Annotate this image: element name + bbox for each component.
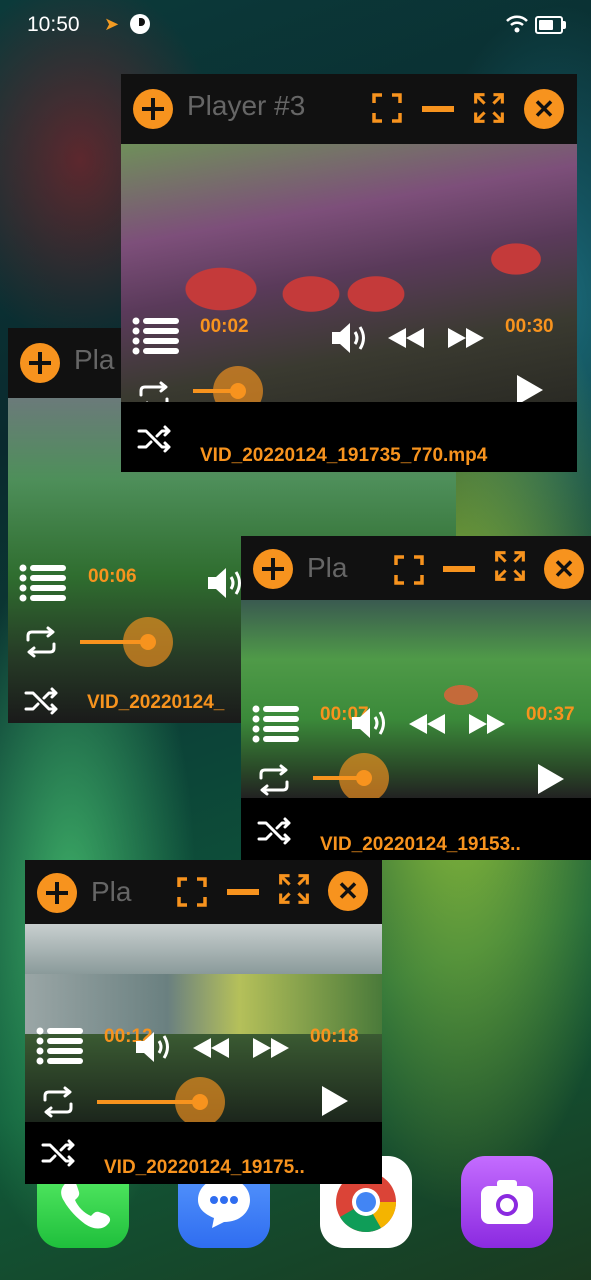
fast-forward-icon[interactable]	[251, 1036, 291, 1060]
status-bar: 10:50 ➤	[0, 0, 591, 50]
video-frame	[25, 924, 382, 974]
minimize-icon[interactable]	[422, 106, 454, 112]
player-title: Pla	[91, 876, 132, 907]
player-footer: VID_20220124_191735_770.mp4	[121, 402, 577, 472]
fullscreen-icon[interactable]	[278, 873, 310, 905]
close-icon[interactable]: ✕	[544, 549, 584, 589]
status-time: 10:50	[27, 13, 80, 36]
seek-handle[interactable]	[175, 1077, 225, 1122]
rewind-icon[interactable]	[191, 1036, 231, 1060]
video-player-window[interactable]: Player #3 ✕ 00:02 00:30 VID_20220124_191…	[121, 74, 577, 472]
video-area[interactable]: 00:07 00:37	[241, 600, 591, 798]
player-title: Player #3	[187, 90, 306, 121]
play-icon[interactable]	[320, 1084, 350, 1118]
resize-icon[interactable]	[393, 554, 425, 586]
file-name: VID_20220124_191735_770.mp4	[200, 445, 488, 466]
play-icon[interactable]	[515, 373, 545, 402]
video-area[interactable]: 00:12 00:18	[25, 924, 382, 1122]
file-name: VID_20220124_	[87, 692, 225, 713]
volume-icon[interactable]	[350, 706, 390, 740]
camera-app-icon[interactable]	[461, 1156, 553, 1248]
plus-icon[interactable]	[37, 873, 77, 913]
battery-icon	[535, 16, 566, 34]
player-title-bar[interactable]: Pla ✕	[241, 536, 591, 600]
close-icon[interactable]: ✕	[524, 89, 564, 129]
video-player-window[interactable]: Pla ✕ 00:07 00:37 VID_20220124_19153..	[241, 536, 591, 860]
file-name: VID_20220124_19153..	[320, 834, 521, 855]
playlist-icon[interactable]	[18, 563, 68, 603]
duration-time: 00:18	[310, 1026, 359, 1047]
plus-icon[interactable]	[20, 343, 60, 383]
notification-icon	[130, 14, 150, 34]
player-title: Pla	[74, 344, 115, 375]
video-frame	[121, 144, 577, 402]
duration-time: 00:37	[526, 704, 575, 725]
minimize-icon[interactable]	[443, 566, 475, 572]
resize-icon[interactable]	[371, 92, 403, 124]
volume-icon[interactable]	[330, 321, 370, 355]
video-area[interactable]: 00:02 00:30	[121, 144, 577, 402]
file-name: VID_20220124_19175..	[104, 1157, 305, 1178]
minimize-icon[interactable]	[227, 889, 259, 895]
resize-icon[interactable]	[176, 876, 208, 908]
close-icon[interactable]: ✕	[328, 871, 368, 911]
shuffle-icon[interactable]	[137, 424, 173, 454]
shuffle-icon[interactable]	[41, 1138, 77, 1168]
rewind-icon[interactable]	[407, 712, 447, 736]
player-footer: VID_20220124_19175..	[25, 1122, 382, 1184]
seek-handle[interactable]	[123, 617, 173, 667]
volume-icon[interactable]	[134, 1030, 174, 1064]
volume-icon[interactable]	[206, 566, 246, 600]
plus-icon[interactable]	[133, 89, 173, 129]
fullscreen-icon[interactable]	[494, 550, 526, 582]
player-title-bar[interactable]: Player #3 ✕	[121, 74, 577, 144]
elapsed-time: 00:02	[200, 316, 249, 337]
rewind-icon[interactable]	[386, 326, 426, 350]
fast-forward-icon[interactable]	[446, 326, 486, 350]
repeat-icon[interactable]	[255, 764, 293, 796]
fast-forward-icon[interactable]	[467, 712, 507, 736]
playlist-icon[interactable]	[131, 316, 181, 356]
elapsed-time: 00:06	[88, 566, 137, 587]
wifi-icon	[506, 15, 528, 33]
repeat-icon[interactable]	[22, 626, 60, 658]
play-icon[interactable]	[536, 762, 566, 796]
fullscreen-icon[interactable]	[473, 92, 505, 124]
player-title-bar[interactable]: Pla ✕	[25, 860, 382, 924]
duration-time: 00:30	[505, 316, 554, 337]
player-title: Pla	[307, 552, 348, 583]
playlist-icon[interactable]	[251, 704, 301, 744]
shuffle-icon[interactable]	[24, 686, 60, 716]
playlist-icon[interactable]	[35, 1026, 85, 1066]
repeat-icon[interactable]	[135, 381, 173, 402]
notification-icon: ➤	[104, 14, 120, 34]
video-player-window[interactable]: Pla ✕ 00:12 00:18 VID_20220124_19175..	[25, 860, 382, 1184]
repeat-icon[interactable]	[39, 1086, 77, 1118]
shuffle-icon[interactable]	[257, 816, 293, 846]
plus-icon[interactable]	[253, 549, 293, 589]
player-footer: VID_20220124_19153..	[241, 798, 591, 860]
seek-handle[interactable]	[339, 753, 389, 798]
